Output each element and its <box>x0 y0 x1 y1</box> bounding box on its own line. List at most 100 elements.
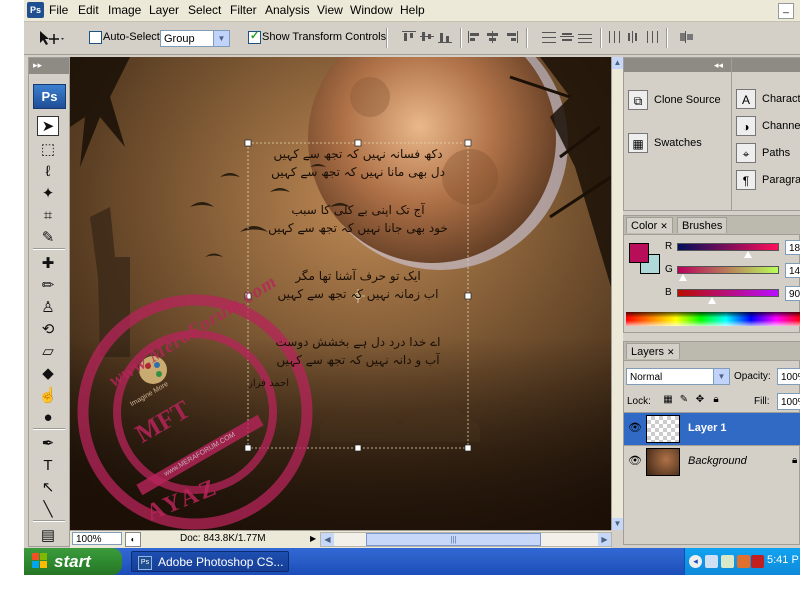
crop-tool-icon[interactable]: ⌗ <box>37 206 59 226</box>
paint-bucket-tool-icon[interactable]: ◆ <box>37 364 59 384</box>
distribute-right-icon[interactable] <box>644 31 658 43</box>
clone-source-panel-button[interactable]: ⧉ Clone Source <box>628 88 728 112</box>
horizontal-scrollbar[interactable]: ◀ ||| ▶ <box>320 532 612 547</box>
menu-layer[interactable]: Layer <box>149 3 179 17</box>
toolbox-grip[interactable]: ▸▸ <box>29 58 69 74</box>
blend-mode-dropdown[interactable]: Normal ▼ <box>626 368 730 385</box>
start-button[interactable]: start <box>24 548 122 575</box>
zoom-level-field[interactable]: 100% <box>72 532 122 545</box>
security-icon[interactable] <box>737 555 750 568</box>
paragraph-panel-button[interactable]: ¶ Paragra <box>736 168 800 192</box>
eraser-tool-icon[interactable]: ▱ <box>37 342 59 362</box>
align-hcenter-icon[interactable] <box>486 31 500 43</box>
align-bottom-icon[interactable] <box>438 31 452 43</box>
tray-expand-icon[interactable]: ◂ <box>689 555 702 568</box>
tab-brushes[interactable]: Brushes <box>677 217 728 233</box>
blue-slider-thumb[interactable] <box>708 297 716 304</box>
lasso-tool-icon[interactable]: ℓ <box>37 162 59 182</box>
align-right-icon[interactable] <box>504 31 518 43</box>
tab-color[interactable]: Color ✕ <box>626 217 673 233</box>
tab-layers[interactable]: Layers ✕ <box>626 343 680 359</box>
menu-window[interactable]: Window <box>350 3 393 17</box>
blur-tool-icon[interactable]: ☝ <box>37 386 59 406</box>
close-icon[interactable]: ✕ <box>667 347 675 357</box>
scroll-left-icon[interactable]: ◀ <box>321 533 334 546</box>
menu-help[interactable]: Help <box>400 3 425 17</box>
brush-tool-icon[interactable]: ✏ <box>37 276 59 296</box>
status-menu-arrow-icon[interactable]: ▶ <box>310 534 316 543</box>
scroll-down-icon[interactable]: ▼ <box>612 518 623 530</box>
dock-header[interactable] <box>732 58 800 72</box>
menu-filter[interactable]: Filter <box>230 3 257 17</box>
swatches-panel-button[interactable]: ▦ Swatches <box>628 131 728 155</box>
slice-tool-icon[interactable]: ✎ <box>37 228 59 248</box>
green-slider[interactable] <box>677 266 779 274</box>
visibility-eye-icon[interactable]: 👁︎ <box>628 454 642 468</box>
green-value[interactable]: 14 <box>785 263 800 278</box>
notes-tool-icon[interactable]: ▤ <box>37 526 59 546</box>
lock-position-icon[interactable]: ✥ <box>694 394 706 406</box>
network-icon[interactable] <box>705 555 718 568</box>
blue-slider[interactable] <box>677 289 779 297</box>
lock-transparent-pixels-icon[interactable]: ▦ <box>662 394 674 406</box>
auto-select-checkbox[interactable] <box>89 31 102 44</box>
lock-all-icon[interactable]: 🔒︎ <box>710 394 722 406</box>
magic-wand-tool-icon[interactable]: ✦ <box>37 184 59 204</box>
foreground-color-swatch[interactable] <box>629 243 649 263</box>
menu-analysis[interactable]: Analysis <box>265 3 310 17</box>
layer-name[interactable]: Layer 1 <box>688 422 727 434</box>
distribute-bottom-icon[interactable] <box>578 31 592 43</box>
opacity-field[interactable]: 100% <box>777 368 800 385</box>
show-transform-checkbox[interactable] <box>248 29 261 44</box>
line-tool-icon[interactable]: ╲ <box>37 500 59 520</box>
green-slider-thumb[interactable] <box>679 274 687 281</box>
distribute-hcenter-icon[interactable] <box>626 31 640 43</box>
scroll-right-icon[interactable]: ▶ <box>598 533 611 546</box>
red-value[interactable]: 184 <box>785 240 800 255</box>
vertical-scrollbar[interactable]: ▲ ▼ <box>611 57 623 530</box>
type-tool-icon[interactable]: T <box>37 456 59 476</box>
red-slider-thumb[interactable] <box>744 251 752 258</box>
marquee-tool-icon[interactable]: ⬚ <box>37 140 59 160</box>
collapse-left-icon[interactable]: ◂◂ <box>714 58 723 72</box>
healing-brush-tool-icon[interactable]: ✚ <box>37 254 59 274</box>
antivirus-icon[interactable] <box>751 555 764 568</box>
distribute-top-icon[interactable] <box>542 31 556 43</box>
scroll-up-icon[interactable]: ▲ <box>612 57 623 69</box>
distribute-left-icon[interactable] <box>608 31 622 43</box>
pen-tool-icon[interactable]: ✒ <box>37 434 59 454</box>
align-left-icon[interactable] <box>468 31 482 43</box>
auto-align-layers-icon[interactable] <box>680 31 694 43</box>
align-vcenter-icon[interactable] <box>420 31 434 43</box>
dock-header[interactable]: ◂◂ <box>624 58 731 72</box>
visibility-eye-icon[interactable]: 👁︎ <box>628 421 642 435</box>
layer-name[interactable]: Background <box>688 455 747 467</box>
photoshop-logo[interactable]: Ps <box>33 84 66 109</box>
move-tool-preset-icon[interactable] <box>38 30 64 46</box>
auto-select-dropdown[interactable]: Group ▼ <box>160 30 230 47</box>
distribute-vcenter-icon[interactable] <box>560 31 574 43</box>
layer-row[interactable]: 👁︎ Layer 1 <box>624 412 800 445</box>
close-icon[interactable]: ✕ <box>660 221 668 231</box>
align-top-icon[interactable] <box>402 31 416 43</box>
scroll-thumb[interactable]: ||| <box>366 533 541 546</box>
menu-view[interactable]: View <box>317 3 343 17</box>
move-tool-icon[interactable]: ➤ <box>37 116 59 136</box>
layer-row[interactable]: 👁︎ Background 🔒︎ <box>624 445 800 478</box>
lock-image-pixels-icon[interactable]: ✎ <box>678 394 690 406</box>
path-selection-tool-icon[interactable]: ↖ <box>37 478 59 498</box>
color-spectrum-bar[interactable] <box>626 312 800 326</box>
fill-field[interactable]: 100% <box>777 393 800 410</box>
paths-panel-button[interactable]: ⌖ Paths <box>736 141 800 165</box>
menu-image[interactable]: Image <box>108 3 141 17</box>
minimize-button[interactable]: _ <box>778 3 794 19</box>
menu-select[interactable]: Select <box>188 3 221 17</box>
safely-remove-icon[interactable] <box>721 555 734 568</box>
status-info-icon[interactable]: ◐ <box>125 532 141 547</box>
red-slider[interactable] <box>677 243 779 251</box>
document-canvas[interactable]: دکھ فسانہ نہیں کہ تجھ سے کہیں دل بھی مان… <box>70 57 611 530</box>
clone-stamp-tool-icon[interactable]: ♙ <box>37 298 59 318</box>
taskbar-photoshop-button[interactable]: Ps Adobe Photoshop CS... <box>131 551 289 572</box>
blue-value[interactable]: 90 <box>785 286 800 301</box>
dodge-tool-icon[interactable]: ● <box>37 408 59 428</box>
